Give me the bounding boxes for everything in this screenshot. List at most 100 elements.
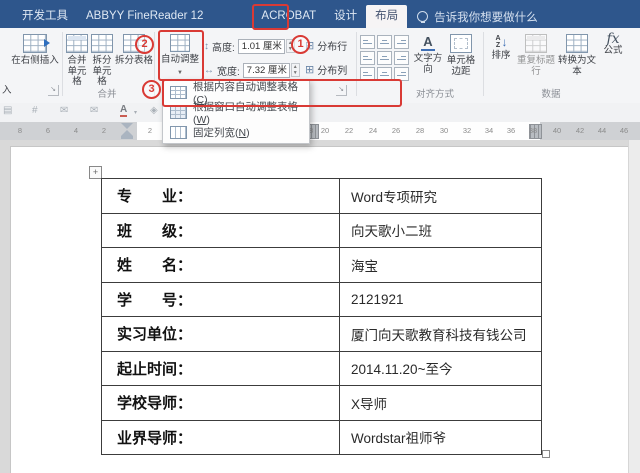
table-value-cell[interactable]: 厦门向天歌教育科技有钱公司 bbox=[339, 316, 542, 352]
fixed-width-icon bbox=[170, 125, 187, 139]
sort-icon: A Z ↓ bbox=[495, 34, 508, 49]
page: + 专 业： Word专项研究班 级： 向天歌小二班姓 名： 海宝学 号： 212192… bbox=[10, 146, 630, 473]
tab-布局[interactable]: 布局 bbox=[366, 5, 408, 28]
convert-to-text-icon bbox=[566, 34, 588, 53]
merge-group-label: 合并 bbox=[97, 89, 117, 100]
align-cell-icon[interactable] bbox=[394, 51, 409, 65]
rows-columns-dialog-launcher[interactable]: ↘ bbox=[48, 85, 59, 96]
align-cell-icon[interactable] bbox=[394, 67, 409, 81]
align-cell-icon[interactable] bbox=[394, 35, 409, 49]
stamp-icon[interactable]: ✉ bbox=[90, 105, 98, 116]
table-label-cell[interactable]: 起止时间： bbox=[101, 350, 340, 386]
word-window: 开发工具 ABBYY FineReader 12 ACROBAT 设计 布局 告诉我你想要… bbox=[0, 0, 640, 473]
menu-item-W[interactable]: 根据窗口自动调整表格(W) bbox=[163, 101, 309, 126]
mini-toolbar: ▤#✉✉A▾◈▾≡⇅ bbox=[0, 103, 640, 122]
tab-ACROBAT[interactable]: ACROBAT bbox=[252, 5, 325, 28]
table-value-cell[interactable]: 2014.11.20~至今 bbox=[339, 350, 542, 386]
table-value-cell[interactable]: 向天歌小二班 bbox=[339, 212, 542, 248]
ruler-number: 22 bbox=[344, 126, 354, 135]
row-height-input[interactable]: 1.01 厘米 bbox=[237, 38, 285, 54]
table-resize-handle[interactable] bbox=[542, 450, 550, 458]
merge-cells-button[interactable]: 合并 单元格 bbox=[64, 29, 90, 101]
student-info-table: 专 业： Word专项研究班 级： 向天歌小二班姓 名： 海宝学 号： 2121921 实… bbox=[101, 178, 542, 455]
formula-button[interactable]: fx 公式 bbox=[598, 29, 628, 101]
row-height-control: ↕ 高度: 1.01 厘米 ▲ ▼ bbox=[204, 38, 295, 54]
table-label-cell[interactable]: 实习单位： bbox=[101, 316, 340, 352]
split-table-button[interactable]: 拆分表格 bbox=[113, 29, 155, 101]
button-label: 拆分 bbox=[92, 55, 112, 66]
insert-right-icon bbox=[23, 34, 50, 53]
column-width-input[interactable]: 7.32 厘米 bbox=[242, 62, 290, 78]
table-label-cell[interactable]: 姓 名： bbox=[101, 247, 340, 283]
align-cell-icon[interactable] bbox=[360, 51, 375, 65]
button-label: 单元格 bbox=[67, 65, 87, 87]
table-value-cell[interactable]: Word专项研究 bbox=[339, 178, 542, 214]
row-height-stepper[interactable]: ▲ ▼ bbox=[285, 39, 295, 53]
ribbon-layout: 入 在右侧插入 ↘ 合并 单元格 拆分 单元格 拆分表格 合并 自动调整 ▼ ↕ 高度:… bbox=[0, 28, 640, 104]
ruler-number: 2 bbox=[147, 126, 153, 135]
stamp-icon[interactable]: ✉ bbox=[60, 105, 68, 116]
tab-ABBYY FineReader 12[interactable]: ABBYY FineReader 12 bbox=[77, 5, 212, 28]
border-icon[interactable]: ▤ bbox=[3, 105, 12, 116]
button-label: 单元格 bbox=[92, 65, 112, 87]
ruler-number: 30 bbox=[439, 126, 449, 135]
indent-marker[interactable] bbox=[120, 123, 134, 139]
chevron-down-icon: ▼ bbox=[177, 69, 183, 76]
tab-开发工具[interactable]: 开发工具 bbox=[13, 5, 77, 28]
ruler-number: 34 bbox=[484, 126, 494, 135]
merge-cells-icon bbox=[66, 34, 88, 53]
cell-size-dialog-launcher[interactable]: ↘ bbox=[336, 85, 347, 96]
autofit-dropdown-menu: 根据内容自动调整表格(C) 根据窗口自动调整表格(W) 固定列宽(N) bbox=[162, 79, 310, 144]
table-row: 业界导师： Wordstar祖师爷 bbox=[101, 419, 542, 455]
table-row: 姓 名： 海宝 bbox=[101, 247, 542, 283]
table-label-cell[interactable]: 专 业： bbox=[101, 178, 340, 214]
table-label-cell[interactable]: 学 号： bbox=[101, 281, 340, 317]
button-label: 拆分表格 bbox=[114, 55, 153, 66]
table-value-cell[interactable]: 海宝 bbox=[339, 247, 542, 283]
table-row: 班 级： 向天歌小二班 bbox=[101, 212, 542, 248]
align-cell-icon[interactable] bbox=[360, 67, 375, 81]
button-label: 单元格 bbox=[446, 55, 476, 66]
menu-item-N[interactable]: 固定列宽(N) bbox=[163, 122, 309, 142]
table-row: 学校导师： X导师 bbox=[101, 385, 542, 421]
table-value-cell[interactable]: 2121921 bbox=[339, 281, 542, 317]
column-width-stepper[interactable]: ▲ ▼ bbox=[290, 63, 300, 77]
button-label: 边距 bbox=[451, 65, 471, 77]
table-label-cell[interactable]: 业界导师： bbox=[101, 419, 340, 455]
align-cell-icon[interactable] bbox=[360, 35, 375, 49]
tell-me-label: 告诉我你想要做什么 bbox=[434, 11, 538, 24]
tab-设计[interactable]: 设计 bbox=[325, 5, 366, 28]
tell-me-box[interactable]: 告诉我你想要做什么 bbox=[417, 9, 538, 25]
align-cell-icon[interactable] bbox=[377, 67, 392, 81]
ruler-number: 8 bbox=[17, 126, 23, 135]
ruler-number: 4 bbox=[73, 126, 79, 135]
alignment-grid bbox=[360, 35, 409, 81]
distribute-columns-button[interactable]: ⊞ 分布列 bbox=[305, 62, 347, 77]
row-height-icon: ↕ bbox=[204, 40, 209, 52]
distribute-rows-button[interactable]: ⊞ 分布行 bbox=[305, 38, 347, 53]
alignment-group-label: 对齐方式 bbox=[415, 89, 455, 100]
autofit-contents-icon bbox=[170, 85, 187, 99]
repeat-header-icon bbox=[525, 34, 547, 53]
horizontal-ruler: 86422182022242628303234363840424446 bbox=[0, 122, 640, 140]
table-value-cell[interactable]: Wordstar祖师爷 bbox=[339, 419, 542, 455]
ribbon-tab-bar: 开发工具 ABBYY FineReader 12 ACROBAT 设计 布局 告诉我你想要… bbox=[0, 0, 640, 28]
table-value-cell[interactable]: X导师 bbox=[339, 385, 542, 421]
align-cell-icon[interactable] bbox=[377, 35, 392, 49]
distribute-rows-icon: ⊞ bbox=[305, 40, 315, 52]
convert-to-text-button[interactable]: 转换为文本 bbox=[555, 29, 599, 101]
sort-button[interactable]: A Z ↓ 排序 bbox=[488, 29, 514, 101]
table-label-cell[interactable]: 学校导师： bbox=[101, 385, 340, 421]
ruler-number: 24 bbox=[368, 126, 378, 135]
ruler-number: 28 bbox=[415, 126, 425, 135]
column-width-icon: ↔ bbox=[204, 64, 214, 76]
ruler-number: 42 bbox=[575, 126, 585, 135]
chevron-down-icon: ▾ bbox=[134, 110, 138, 116]
pen-color-icon[interactable]: ◈ bbox=[150, 105, 158, 116]
align-cell-icon[interactable] bbox=[377, 51, 392, 65]
vertical-scrollbar[interactable] bbox=[628, 140, 640, 473]
table-label-cell[interactable]: 班 级： bbox=[101, 212, 340, 248]
hash-icon[interactable]: # bbox=[32, 105, 38, 116]
font-color-icon[interactable]: A bbox=[120, 105, 128, 117]
table-row: 实习单位： 厦门向天歌教育科技有钱公司 bbox=[101, 316, 542, 352]
